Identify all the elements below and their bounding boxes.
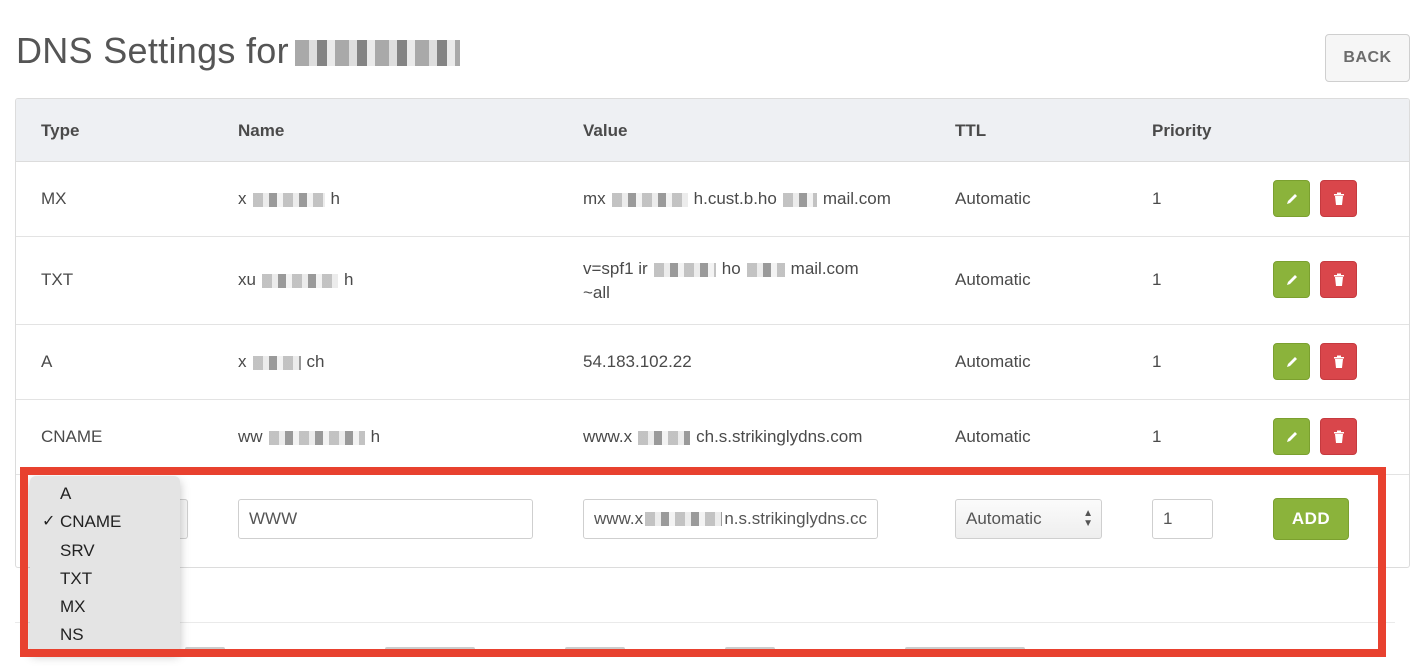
table-row: TXT xu h v=spf1 ir ho mail.com ~all Automat…	[16, 237, 1409, 325]
name-suffix: h	[330, 189, 340, 208]
type-dropdown-menu: A ✓ CNAME SRV TXT MX NS	[30, 476, 180, 652]
record-value: v=spf1 ir ho mail.com ~all	[583, 257, 859, 305]
value-input-prefix: www.x	[594, 509, 644, 528]
record-value: mx h.cust.b.ho mail.com	[583, 189, 891, 209]
type-option-label: CNAME	[60, 512, 122, 532]
type-option-a[interactable]: A	[30, 480, 180, 508]
delete-button[interactable]	[1320, 418, 1357, 455]
redacted-value	[638, 430, 691, 445]
trash-icon	[1333, 430, 1344, 443]
record-ttl: Automatic	[955, 352, 1031, 371]
edit-button[interactable]	[1273, 180, 1310, 217]
record-type: A	[41, 352, 53, 371]
updown-arrows-icon: ▲ ▼	[1083, 508, 1093, 529]
type-option-ns[interactable]: NS	[30, 621, 180, 649]
delete-button[interactable]	[1320, 343, 1357, 380]
checkmark-icon: ✓	[42, 513, 56, 531]
record-name: x ch	[238, 352, 324, 372]
redacted-value	[611, 192, 688, 207]
page-title: DNS Settings for	[16, 30, 460, 72]
value-tail: mail.com	[822, 189, 891, 208]
value-tail: mail.com	[790, 259, 859, 278]
redacted-name	[261, 273, 338, 288]
record-priority: 1	[1152, 352, 1162, 371]
name-suffix: h	[370, 427, 381, 446]
record-ttl: Automatic	[955, 427, 1031, 446]
record-value: www.x ch.s.strikinglydns.com	[583, 427, 862, 447]
redacted-name	[252, 355, 301, 370]
record-type: CNAME	[41, 427, 103, 446]
back-button[interactable]: BACK	[1325, 34, 1410, 82]
value-input-suffix: n.s.strikinglydns.cc	[724, 509, 867, 528]
record-ttl: Automatic	[955, 189, 1031, 208]
redacted-domain	[294, 40, 460, 67]
redacted-name	[268, 430, 365, 445]
record-value: 54.183.102.22	[583, 352, 692, 371]
header-ttl: TTL	[955, 121, 987, 140]
pencil-icon	[1286, 274, 1297, 285]
trash-icon	[1333, 192, 1344, 205]
record-name: xh	[238, 189, 340, 209]
redacted-value	[653, 262, 716, 277]
ttl-selected: Automatic	[966, 509, 1042, 528]
record-name: xu h	[238, 270, 353, 290]
redacted-value	[645, 512, 723, 526]
type-option-mx[interactable]: MX	[30, 593, 180, 621]
value-suffix: h.cust.b.ho	[693, 189, 777, 208]
page-title-text: DNS Settings for	[16, 30, 289, 71]
name-prefix: xu	[238, 270, 256, 289]
header-name: Name	[238, 121, 285, 140]
ttl-select[interactable]: Automatic ▲ ▼	[955, 499, 1102, 539]
record-name: ww h	[238, 427, 380, 447]
name-suffix: h	[343, 270, 354, 289]
name-suffix: ch	[306, 352, 325, 371]
redacted-value	[746, 262, 785, 277]
edit-button[interactable]	[1273, 261, 1310, 298]
value-line2: ~all	[583, 283, 610, 302]
table-row: A x ch 54.183.102.22 Automatic 1	[16, 325, 1409, 400]
add-button[interactable]: ADD	[1273, 498, 1349, 540]
pencil-icon	[1286, 356, 1297, 367]
record-ttl: Automatic	[955, 270, 1031, 289]
value-prefix: v=spf1 ir	[583, 259, 648, 278]
priority-input[interactable]: 1	[1152, 499, 1213, 539]
table-row: MX xh mx h.cust.b.ho mail.com Automatic 1	[16, 162, 1409, 237]
type-option-txt[interactable]: TXT	[30, 565, 180, 593]
edit-button[interactable]	[1273, 418, 1310, 455]
value-input[interactable]: www.x n.s.strikinglydns.cc	[583, 499, 878, 539]
name-prefix: ww	[238, 427, 263, 446]
pencil-icon	[1286, 193, 1297, 204]
record-priority: 1	[1152, 270, 1162, 289]
record-priority: 1	[1152, 427, 1162, 446]
pencil-icon	[1286, 431, 1297, 442]
value-prefix: mx	[583, 189, 606, 208]
dns-records-table: Type Name Value TTL Priority MX xh mx h.c…	[15, 98, 1410, 568]
value-prefix: www.x	[583, 427, 633, 446]
trash-icon	[1333, 355, 1344, 368]
name-prefix: x	[238, 352, 247, 371]
redacted-value	[782, 192, 817, 207]
redacted-name	[252, 192, 325, 207]
type-option-cname[interactable]: ✓ CNAME	[30, 508, 180, 536]
record-type: TXT	[41, 270, 74, 289]
value-suffix: ch.s.strikinglydns.com	[696, 427, 863, 446]
trash-icon	[1333, 273, 1344, 286]
name-input[interactable]: WWW	[238, 499, 533, 539]
header-type: Type	[41, 121, 80, 140]
header-value: Value	[583, 121, 628, 140]
edit-button[interactable]	[1273, 343, 1310, 380]
header-priority: Priority	[1152, 121, 1212, 140]
type-option-srv[interactable]: SRV	[30, 537, 180, 565]
delete-button[interactable]	[1320, 180, 1357, 217]
record-type: MX	[41, 189, 67, 208]
record-priority: 1	[1152, 189, 1162, 208]
next-section-header	[15, 622, 1395, 655]
table-header: Type Name Value TTL Priority	[16, 99, 1409, 162]
value-suffix: ho	[721, 259, 741, 278]
table-row: CNAME ww h www.x ch.s.strikinglydns.com Au…	[16, 400, 1409, 475]
delete-button[interactable]	[1320, 261, 1357, 298]
name-prefix: x	[238, 189, 247, 208]
